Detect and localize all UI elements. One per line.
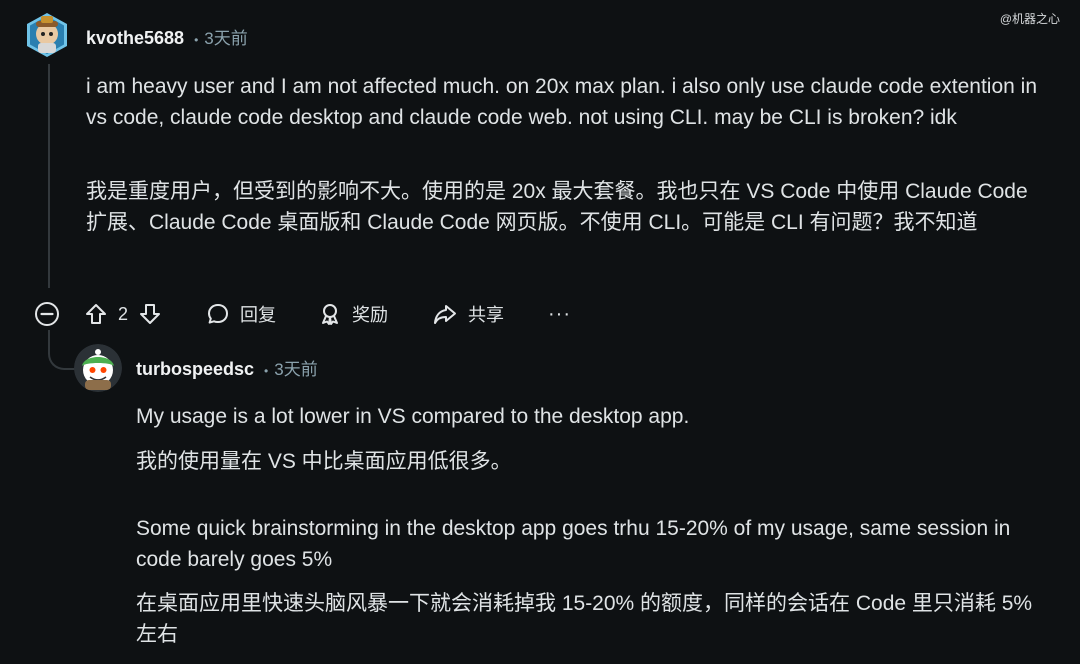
upvote-icon (86, 304, 106, 324)
username[interactable]: turbospeedsc (136, 359, 254, 380)
comment-action-bar: 2 回复 奖励 共享 ··· (34, 296, 571, 332)
share-label: 共享 (468, 305, 505, 325)
avatar[interactable] (24, 12, 70, 58)
reply-body-chinese-1: 我的使用量在 VS 中比桌面应用低很多。 (136, 450, 512, 473)
more-options-button[interactable]: ··· (548, 303, 571, 326)
reply-label: 回复 (240, 305, 277, 325)
reply-body-english-2: Some quick brainstorming in the desktop … (136, 517, 1011, 571)
comment-header: turbospeedsc • 3天前 (136, 355, 318, 380)
more-options-icon: ··· (548, 302, 571, 325)
avatar[interactable] (74, 344, 122, 392)
share-button[interactable]: 共享 (432, 301, 504, 327)
collapse-icon (35, 302, 59, 326)
reply-body-english-1: My usage is a lot lower in VS compared t… (136, 405, 690, 428)
downvote-icon (140, 304, 161, 324)
reply-button[interactable]: 回复 (206, 301, 276, 327)
separator-dot: • (264, 364, 269, 378)
vote-group: 2 (84, 302, 162, 326)
timestamp[interactable]: 3天前 (274, 355, 317, 380)
separator-dot: • (194, 33, 199, 47)
watermark: @机器之心 (999, 12, 1060, 26)
comment-thread: @机器之心 kvothe5688 • 3天前 i am heavy user a… (0, 0, 1080, 664)
comment-body-chinese: 我是重度用户，但受到的影响不大。使用的是 20x 最大套餐。我也只在 VS Co… (86, 180, 1028, 234)
reply-thread-connector (48, 330, 76, 370)
reply-body-chinese-2: 在桌面应用里快速头脑风暴一下就会消耗掉我 15-20% 的额度，同样的会话在 C… (136, 592, 1033, 646)
timestamp[interactable]: 3天前 (204, 24, 247, 49)
username[interactable]: kvothe5688 (86, 28, 184, 49)
comment-header: kvothe5688 • 3天前 (86, 24, 248, 49)
collapse-thread-button[interactable] (34, 301, 60, 327)
thread-line[interactable] (48, 64, 50, 288)
award-button[interactable]: 奖励 (318, 301, 388, 327)
comment-bubble-icon (208, 304, 229, 324)
share-icon (434, 305, 457, 324)
award-icon (322, 304, 339, 325)
downvote-button[interactable] (138, 302, 162, 326)
comment-body-english: i am heavy user and I am not affected mu… (86, 75, 1038, 129)
vote-count: 2 (118, 303, 129, 324)
award-label: 奖励 (352, 305, 389, 325)
upvote-button[interactable] (84, 302, 108, 326)
